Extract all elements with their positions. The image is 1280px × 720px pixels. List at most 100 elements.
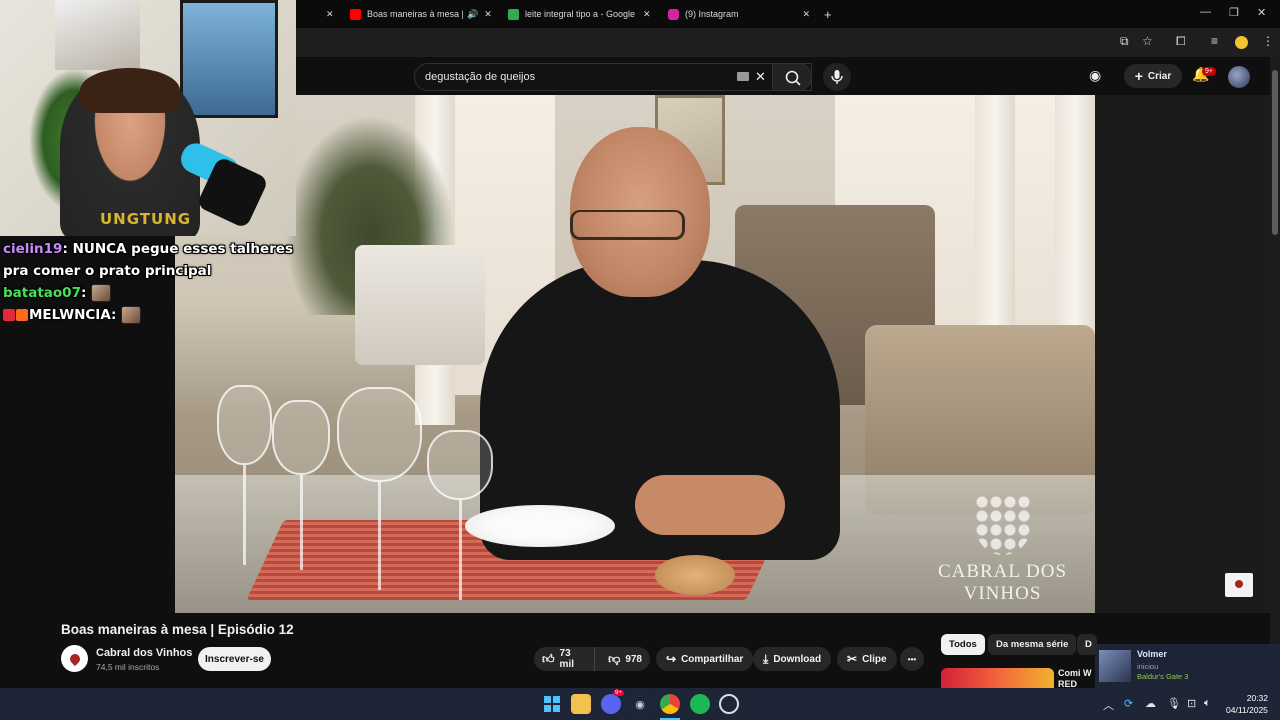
account-avatar[interactable] [1228, 66, 1250, 88]
discord-icon[interactable] [601, 694, 621, 714]
minimize-button[interactable]: — [1200, 6, 1211, 18]
tab-close-icon[interactable]: ✕ [643, 9, 651, 20]
like-count: 73 mil [559, 648, 574, 670]
browser-menu-icon[interactable]: ⋮ [1262, 34, 1274, 48]
close-window-button[interactable]: ✕ [1257, 6, 1266, 19]
channel-avatar[interactable] [61, 645, 88, 672]
tab-close-icon[interactable]: ✕ [326, 3, 340, 25]
search-box[interactable]: degustação de queijos ✕ [414, 63, 812, 91]
chip-todos[interactable]: Todos [941, 634, 985, 655]
chat-badge-icon [3, 309, 15, 321]
youtube-favicon-icon [350, 8, 361, 20]
share-label: Compartilhar [681, 653, 744, 665]
cloud-icon[interactable]: ☁ [1145, 697, 1156, 710]
cast-icon[interactable]: ⧉ [1120, 34, 1129, 49]
share-button[interactable]: ↪ Compartilhar [656, 647, 754, 671]
audio-playing-icon[interactable]: 🔊 [467, 9, 478, 20]
tab-close-icon[interactable]: ✕ [802, 9, 810, 20]
wall-poster [55, 0, 140, 70]
wine-glass [217, 385, 272, 465]
thumbs-up-icon: 👍︎ [542, 651, 555, 666]
create-button[interactable]: + Criar [1124, 64, 1182, 88]
bookmark-star-icon[interactable]: ☆ [1142, 34, 1153, 48]
search-button[interactable] [772, 63, 812, 91]
chat-badge-icon [16, 309, 28, 321]
windows-logo-icon [544, 696, 560, 712]
logo-icon [1235, 580, 1243, 588]
start-button[interactable] [542, 694, 562, 714]
app-icon[interactable] [719, 694, 739, 714]
scrollbar-thumb[interactable] [1272, 70, 1278, 235]
channel-name[interactable]: Cabral dos Vinhos [96, 647, 192, 659]
video-player[interactable]: CABRAL DOS VINHOS [175, 95, 1095, 613]
dislike-button[interactable]: 👎︎ 978 [600, 647, 650, 671]
voice-search-button[interactable] [823, 63, 851, 91]
recommendation-thumbnail[interactable] [941, 668, 1054, 688]
sync-icon[interactable]: ⟳ [1124, 697, 1133, 710]
new-tab-button[interactable]: + [824, 3, 832, 25]
chrome-icon[interactable] [660, 694, 680, 714]
microphone-icon [831, 70, 843, 84]
watermark-text: CABRAL DOS VINHOS [937, 561, 1068, 604]
subscribe-button[interactable]: Inscrever-se [198, 647, 271, 671]
eye-icon[interactable]: ◉ [1089, 67, 1101, 84]
wine-glass [337, 387, 422, 482]
more-actions-button[interactable]: ••• [900, 647, 924, 671]
tab-youtube[interactable]: Boas maneiras à mesa | Episódio 12 🔊 ✕ [350, 3, 492, 25]
extensions-icon[interactable]: ⧠ [1176, 34, 1186, 49]
tab-instagram[interactable]: (9) Instagram ✕ [668, 3, 810, 25]
eyeglasses [570, 210, 685, 240]
file-explorer-icon[interactable] [571, 694, 591, 714]
search-icon [785, 70, 801, 86]
emote-icon [121, 306, 142, 324]
download-button[interactable]: ⤓ Download [753, 647, 832, 671]
channel-branding-button[interactable] [1225, 573, 1253, 597]
clip-button[interactable]: ✂ Clipe [837, 647, 897, 671]
friend-activity-toast[interactable]: Volmer iniciou Baldur's Gate 3 [1095, 644, 1280, 688]
like-button[interactable]: 👍︎ 73 mil [534, 647, 596, 671]
spotify-icon[interactable] [690, 694, 710, 714]
keyboard-icon[interactable] [737, 72, 749, 81]
clear-search-icon[interactable]: ✕ [755, 69, 766, 85]
search-input[interactable]: degustação de queijos [425, 71, 535, 83]
glass-stem [300, 475, 303, 570]
video-title: Boas maneiras à mesa | Episódio 12 [61, 622, 294, 637]
chat-message: batatao07: [3, 282, 295, 304]
shirt-print: UNGTUNG [100, 210, 192, 228]
streamer-webcam: UNGTUNG [0, 0, 296, 236]
reading-list-icon[interactable]: ≡ [1211, 34, 1218, 48]
tab-label: Boas maneiras à mesa | Episódio 12 [367, 9, 463, 19]
steam-icon[interactable]: ◉ [630, 694, 650, 714]
clock-time[interactable]: 20:32 [1246, 693, 1268, 703]
restore-button[interactable]: ❐ [1229, 6, 1239, 19]
chat-username: batatao07 [3, 285, 81, 301]
volume-icon[interactable]: 🔈︎ [1204, 697, 1211, 710]
tab-label: leite integral tipo a - Google Sheets [525, 9, 637, 19]
emote-icon [91, 284, 112, 302]
tray-overflow-icon[interactable]: ︿ [1103, 697, 1114, 713]
discord-badge: 9+ [613, 690, 624, 696]
chip-same-series[interactable]: Da mesma série [988, 634, 1077, 655]
microphone-tray-icon[interactable]: 🎙︎ [1167, 697, 1181, 710]
chat-username: cielin19 [3, 241, 63, 257]
profile-avatar-icon[interactable] [1235, 36, 1248, 49]
download-icon: ⤓ [763, 651, 769, 666]
notification-count-badge: 9+ [1202, 67, 1216, 76]
plate [465, 505, 615, 547]
download-label: Download [773, 653, 822, 665]
channel-logo-icon [67, 651, 82, 666]
like-dislike-group: 👍︎ 73 mil 👎︎ 978 [534, 647, 650, 671]
activity-text: iniciou [1137, 662, 1159, 671]
tab-google-sheets[interactable]: leite integral tipo a - Google Sheets ✕ [508, 3, 652, 25]
glass-stem [243, 465, 246, 565]
tab-close-icon[interactable]: ✕ [484, 9, 492, 20]
network-icon[interactable]: ⊡ [1187, 697, 1196, 710]
instagram-favicon-icon [668, 8, 679, 20]
chip-more[interactable]: D [1077, 634, 1097, 655]
clock-date[interactable]: 04/11/2025 [1226, 705, 1268, 715]
glass-stem [459, 500, 462, 600]
recommendation-title[interactable]: Comi W RED VEL [1058, 668, 1094, 688]
stream-chat: cielin19: NUNCA pegue esses talheres pra… [3, 238, 295, 326]
thumbs-down-icon: 👎︎ [608, 651, 621, 666]
tab-label: (9) Instagram [685, 9, 739, 19]
